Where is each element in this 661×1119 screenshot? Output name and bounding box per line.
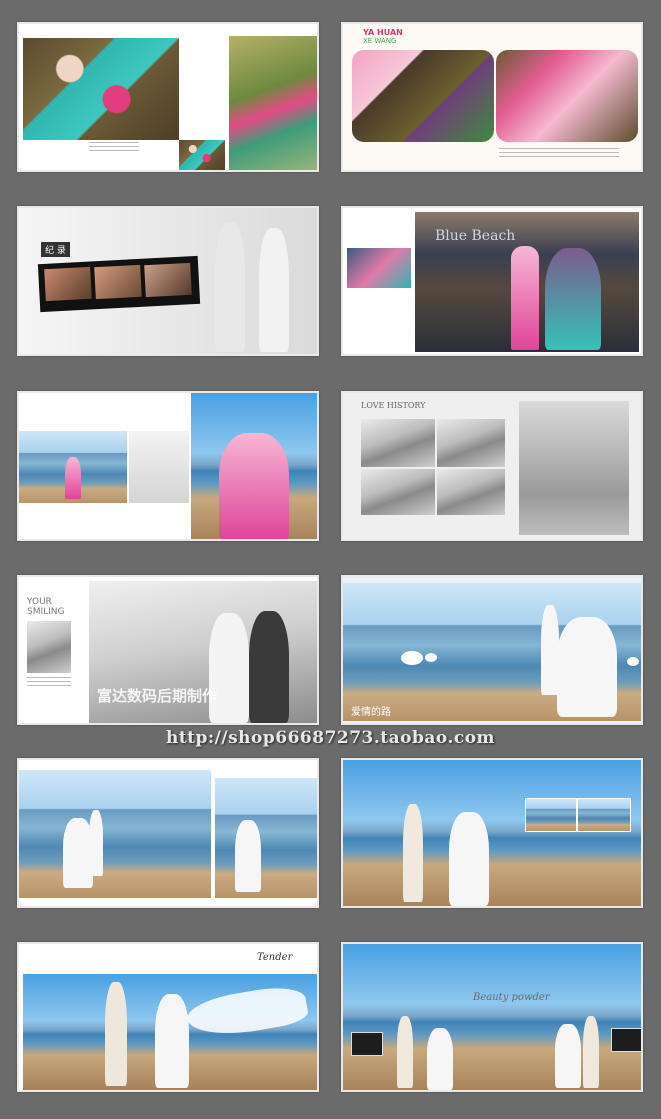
- bride-figure: [155, 994, 189, 1088]
- couple-right-groom: [583, 1016, 599, 1088]
- chalkboard-sign-right: [611, 1028, 641, 1052]
- photo-small-bw: [27, 621, 71, 673]
- photo-grid-2: [437, 419, 505, 467]
- photo-couple-fishing-right: [215, 778, 317, 898]
- album-page-6[interactable]: LOVE HISTORY: [341, 391, 643, 541]
- album-page-4[interactable]: Blue Beach: [341, 206, 643, 356]
- photo-couple-large-bw: [519, 401, 629, 535]
- album-page-10[interactable]: [341, 758, 643, 908]
- album-page-2[interactable]: YA HUAN XE WANG: [341, 22, 643, 172]
- photo-grid-3: [361, 469, 435, 515]
- photo-couple-flowers: [23, 38, 179, 140]
- title-badge: 纪 录: [41, 242, 70, 257]
- album-page-9[interactable]: [17, 758, 319, 908]
- text-lines: [27, 677, 71, 689]
- album-page-3[interactable]: 纪 录: [17, 206, 319, 356]
- photo-small-couple: [347, 248, 411, 288]
- title-smiling: SMILING: [27, 607, 65, 617]
- album-page-11[interactable]: Tender: [17, 942, 319, 1092]
- album-page-7[interactable]: YOUR SMILING 富达数码后期制作: [17, 575, 319, 725]
- bride-figure: [215, 222, 245, 352]
- brand-logo-line1: YA HUAN: [363, 28, 403, 37]
- couple-right-bride: [555, 1024, 581, 1088]
- bride-figure: [449, 812, 489, 906]
- watermark-url: http://shop66687273.taobao.com: [165, 728, 496, 748]
- chalkboard-sign-left: [351, 1032, 383, 1056]
- photo-couple-lying-left: [352, 50, 494, 142]
- overlay-text: 富达数码后期制作: [97, 687, 218, 705]
- film-frame-1: [44, 266, 92, 302]
- groom-pink-suit: [511, 246, 539, 350]
- bride-figure: [557, 617, 617, 717]
- photo-woman-bouquet: [229, 36, 317, 170]
- title-tender: Tender: [257, 952, 293, 963]
- film-frame-2: [94, 264, 142, 300]
- caption-love-road: 爱情的路: [351, 707, 391, 718]
- photo-couple-beach-walk: [343, 760, 641, 906]
- photo-couple-smiling-bw: 富达数码后期制作: [89, 581, 317, 723]
- inset-photo-2: [577, 798, 631, 832]
- couple-left-bride: [427, 1028, 453, 1090]
- photo-lollipop: [129, 431, 189, 503]
- sign-text: Blue Beach: [435, 228, 516, 244]
- woman-pink-dress-small: [65, 457, 81, 499]
- title-your: YOUR: [27, 597, 52, 607]
- groom-figure: [105, 982, 127, 1086]
- album-page-5[interactable]: [17, 391, 319, 541]
- title-love-history: LOVE HISTORY: [361, 401, 426, 410]
- album-page-12[interactable]: Beauty powder: [341, 942, 643, 1092]
- groom-figure: [403, 804, 423, 902]
- bride-figure: [235, 820, 261, 892]
- photo-grid-1: [361, 419, 435, 467]
- bride-teal-dress: [545, 248, 601, 350]
- speech-bubble-1: [401, 651, 423, 665]
- groom-figure: [89, 810, 103, 876]
- speech-bubble-2: [425, 653, 437, 662]
- photo-small-thumbnail: [179, 140, 225, 170]
- woman-pink-dress: [219, 433, 289, 539]
- photo-couple-lying-right: [496, 50, 638, 142]
- album-page-1[interactable]: [17, 22, 319, 172]
- album-page-8[interactable]: 爱情的路: [341, 575, 643, 725]
- bride-figure: [209, 613, 249, 723]
- text-lines: [89, 142, 139, 154]
- speech-bubble-3: [627, 657, 639, 666]
- photo-grid-4: [437, 469, 505, 515]
- brand-logo-line2: XE WANG: [363, 37, 397, 45]
- photo-couple-fishing-left: [19, 770, 211, 898]
- couple-left-groom: [397, 1016, 413, 1088]
- photo-couple-blue-beach: Blue Beach: [415, 212, 639, 352]
- text-lines: [499, 148, 619, 160]
- groom-figure: [249, 611, 289, 723]
- groom-figure: [259, 228, 289, 352]
- title-beauty-powder: Beauty powder: [473, 992, 550, 1003]
- film-frame-3: [144, 262, 192, 298]
- inset-photo-1: [525, 798, 577, 832]
